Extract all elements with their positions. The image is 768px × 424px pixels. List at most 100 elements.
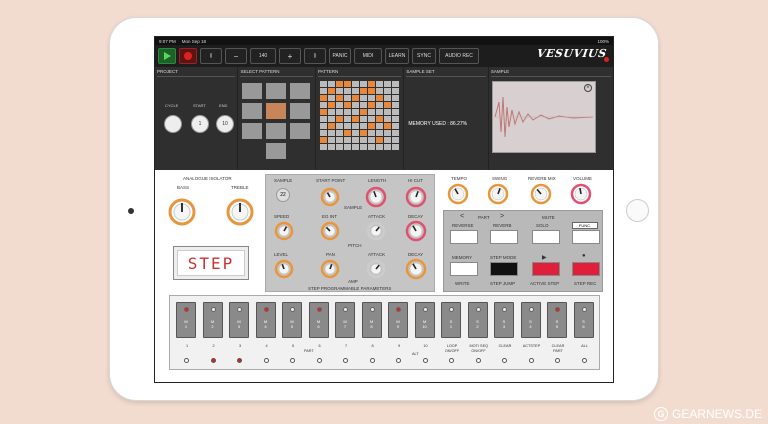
step-pad[interactable]: M4 bbox=[255, 302, 276, 338]
end-field[interactable]: 10 bbox=[216, 115, 234, 133]
part-next-button[interactable]: > bbox=[500, 213, 504, 220]
step-indicator[interactable] bbox=[555, 358, 560, 363]
learn-button[interactable]: LEARN bbox=[385, 48, 409, 64]
play-button[interactable] bbox=[158, 48, 176, 64]
step-indicator[interactable] bbox=[237, 358, 242, 363]
fast-forward-button[interactable]: ⟫ bbox=[304, 48, 326, 64]
step-pad[interactable]: M3 bbox=[229, 302, 249, 338]
fx-knobs[interactable] bbox=[443, 182, 603, 206]
pattern-cell bbox=[383, 95, 391, 101]
step-indicator[interactable] bbox=[422, 358, 428, 363]
part-prev-button[interactable]: < bbox=[460, 213, 464, 220]
step-pad[interactable]: S1 bbox=[441, 302, 461, 338]
step-led bbox=[290, 307, 295, 312]
step-indicator[interactable] bbox=[290, 358, 295, 363]
pattern-grid[interactable] bbox=[318, 79, 402, 155]
midi-button[interactable]: MIDI bbox=[354, 48, 382, 64]
pattern-cell bbox=[343, 123, 351, 129]
step-pad[interactable]: M2 bbox=[202, 302, 223, 338]
step-label: 9 bbox=[397, 344, 401, 348]
pattern-cell bbox=[343, 81, 351, 87]
step-indicator[interactable] bbox=[184, 358, 189, 363]
gearnews-logo-icon: G bbox=[653, 407, 668, 421]
isolator-knobs[interactable] bbox=[167, 192, 267, 232]
step-mode-button[interactable] bbox=[490, 262, 518, 276]
step-label: 8 bbox=[371, 344, 374, 348]
active-step-button[interactable] bbox=[532, 262, 560, 276]
reverse-button[interactable] bbox=[450, 230, 478, 244]
pattern-cell bbox=[375, 137, 383, 143]
pattern-cell bbox=[383, 109, 391, 115]
step-pad[interactable]: M8 bbox=[361, 302, 382, 338]
treble-label: TREBLE bbox=[231, 185, 249, 190]
step-pad[interactable]: S3 bbox=[494, 302, 514, 338]
cycle-dial[interactable] bbox=[164, 115, 182, 133]
pattern-thumbnails[interactable] bbox=[240, 81, 313, 171]
memory-used: MEMORY USED : 86.27% bbox=[408, 121, 468, 127]
pattern-cell bbox=[359, 88, 367, 94]
step-pad[interactable]: M5 bbox=[282, 302, 302, 338]
pan-knob bbox=[320, 259, 340, 279]
volume-knob bbox=[570, 183, 592, 205]
step-indicator[interactable] bbox=[528, 358, 534, 363]
step-led bbox=[528, 307, 534, 312]
pattern-cell bbox=[343, 130, 351, 136]
solo-button[interactable] bbox=[532, 230, 560, 244]
step-display-text: STEP bbox=[177, 250, 245, 276]
reverb-button[interactable] bbox=[490, 230, 518, 244]
pattern-cell bbox=[343, 102, 351, 108]
step-pad[interactable]: M7 bbox=[335, 302, 355, 338]
step-indicator[interactable] bbox=[581, 358, 587, 363]
waveform-display[interactable]: × bbox=[491, 81, 596, 153]
tempo-plus-button[interactable]: + bbox=[279, 48, 301, 64]
param-knobs[interactable] bbox=[266, 175, 436, 293]
step-pad[interactable]: M1 bbox=[176, 302, 196, 338]
pattern-cell bbox=[335, 102, 343, 108]
record-button[interactable] bbox=[179, 48, 197, 64]
status-date: Mon Sep 18 bbox=[181, 38, 207, 44]
func-button[interactable]: FUNC. bbox=[572, 222, 598, 229]
watermark-text: GEARNEWS.DE bbox=[671, 407, 762, 421]
pattern-cell bbox=[343, 137, 351, 143]
step-led bbox=[184, 307, 189, 312]
step-label: MOTI SEQ ON/OFF bbox=[469, 344, 489, 353]
pattern-cell bbox=[359, 109, 367, 115]
step-indicator[interactable] bbox=[475, 358, 481, 363]
pattern-cell bbox=[351, 81, 359, 87]
close-icon[interactable]: × bbox=[583, 84, 592, 92]
step-indicator[interactable] bbox=[369, 358, 375, 363]
func-pad[interactable] bbox=[572, 230, 600, 244]
tempo-minus-button[interactable]: − bbox=[225, 48, 247, 64]
step-pad[interactable]: S6 bbox=[573, 302, 594, 338]
step-pad[interactable]: M9 bbox=[388, 302, 408, 338]
sync-button[interactable]: SYNC bbox=[412, 48, 436, 64]
home-button[interactable] bbox=[626, 199, 649, 222]
panic-button[interactable]: PANIC bbox=[329, 48, 351, 64]
step-indicator[interactable] bbox=[210, 358, 216, 363]
step-pad[interactable]: M 10 bbox=[414, 302, 435, 338]
memory-button[interactable] bbox=[450, 262, 478, 276]
audio-rec-button[interactable]: AUDIO REC bbox=[439, 48, 479, 64]
step-pad[interactable]: S5 bbox=[547, 302, 567, 338]
tempo-value[interactable]: 140 bbox=[250, 48, 276, 64]
step-indicator[interactable] bbox=[316, 358, 322, 363]
step-pad[interactable]: S2 bbox=[467, 302, 488, 338]
step-rec-button[interactable] bbox=[572, 262, 600, 276]
step-indicator[interactable] bbox=[396, 358, 401, 363]
pattern-cell bbox=[375, 81, 383, 87]
logo-dot-icon bbox=[604, 57, 609, 62]
step-indicator[interactable] bbox=[502, 358, 507, 363]
step-indicator[interactable] bbox=[263, 358, 269, 363]
pattern-cell bbox=[335, 81, 343, 87]
rewind-button[interactable]: ⟪ bbox=[200, 48, 222, 64]
params-panel: SAMPLE START POINT LENGTH HI CUT 22 SAMP… bbox=[265, 174, 435, 292]
step-pad[interactable]: M6 bbox=[308, 302, 329, 338]
step-label: ALL bbox=[581, 344, 588, 348]
step-pad[interactable]: S4 bbox=[520, 302, 541, 338]
pattern-cell bbox=[359, 116, 367, 122]
pattern-cell bbox=[335, 137, 343, 143]
start-field[interactable]: 1 bbox=[191, 115, 209, 133]
step-indicator[interactable] bbox=[449, 358, 454, 363]
step-indicator[interactable] bbox=[343, 358, 348, 363]
step-pad-label: S4 bbox=[529, 319, 532, 329]
